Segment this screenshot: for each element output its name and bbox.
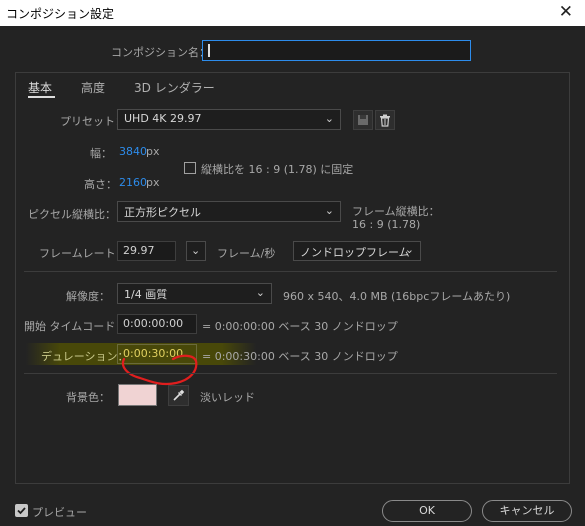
frame-rate-unit: フレーム/秒 (217, 247, 276, 260)
tab-basic[interactable]: 基本 (28, 79, 52, 96)
checkbox-checked-icon[interactable] (15, 504, 28, 517)
tab-advanced[interactable]: 高度 (81, 79, 105, 96)
width-value[interactable]: 3840 (119, 145, 147, 158)
tab-3d-renderer[interactable]: 3D レンダラー (134, 79, 215, 96)
pixel-aspect-label: ピクセル縦横比： (28, 208, 116, 221)
frame-rate-value: 29.97 (123, 244, 155, 257)
trash-icon[interactable] (375, 110, 395, 130)
background-color-swatch[interactable] (118, 384, 157, 406)
preset-dropdown[interactable]: UHD 4K 29.97 ⌄ (117, 109, 341, 130)
chevron-down-icon: ⌄ (191, 244, 201, 257)
chevron-down-icon: ⌄ (324, 112, 334, 125)
frame-aspect-value: 16 : 9 (1.78) (352, 218, 421, 231)
save-preset-icon[interactable] (353, 110, 373, 130)
frame-aspect-label: フレーム縦横比： (352, 205, 440, 218)
section-divider (24, 271, 557, 272)
duration-info: = 0:00:30:00 ベース 30 ノンドロップ (202, 350, 398, 363)
chevron-down-icon: ⌄ (255, 286, 265, 299)
start-timecode-label: 開始 タイムコード： (24, 320, 127, 333)
duration-label: デュレーション： (41, 350, 129, 363)
preview-label: プレビュー (32, 506, 87, 519)
section-divider (24, 373, 557, 374)
chevron-down-icon: ⌄ (404, 243, 414, 256)
lock-aspect-label: 縦横比を 16 : 9 (1.78) に固定 (201, 163, 354, 176)
width-unit: px (146, 145, 160, 158)
start-timecode-info: = 0:00:00:00 ベース 30 ノンドロップ (202, 320, 398, 333)
background-color-name: 淡いレッド (200, 391, 255, 404)
frame-rate-menu[interactable]: ⌄ (186, 241, 206, 261)
settings-panel (15, 72, 570, 484)
background-color-label: 背景色： (66, 391, 110, 404)
width-label: 幅： (90, 147, 112, 160)
start-timecode-value: 0:00:00:00 (123, 317, 184, 330)
height-unit: px (146, 176, 160, 189)
ok-button[interactable]: OK (382, 500, 472, 522)
pixel-aspect-dropdown[interactable]: 正方形ピクセル ⌄ (117, 201, 341, 222)
resolution-dropdown[interactable]: 1/4 画質 ⌄ (117, 283, 272, 304)
close-icon[interactable]: ✕ (559, 2, 573, 22)
height-label: 高さ： (84, 178, 117, 191)
chevron-down-icon: ⌄ (324, 204, 334, 217)
frame-rate-input[interactable]: 29.97 (117, 241, 176, 261)
preset-value: UHD 4K 29.97 (124, 112, 202, 125)
drop-frame-dropdown[interactable]: ノンドロップフレーム ⌄ (293, 241, 421, 261)
start-timecode-input[interactable]: 0:00:00:00 (117, 314, 197, 334)
resolution-info: 960 x 540、4.0 MB (16bpcフレームあたり) (283, 290, 511, 303)
eyedropper-icon[interactable] (168, 385, 189, 406)
frame-rate-label: フレームレート： (39, 247, 127, 260)
lock-aspect-checkbox[interactable] (184, 162, 196, 174)
drop-frame-value: ノンドロップフレーム (300, 246, 410, 259)
resolution-value: 1/4 画質 (124, 288, 168, 301)
cancel-button[interactable]: キャンセル (482, 500, 572, 522)
text-cursor (208, 44, 210, 57)
window-title: コンポジション設定 (6, 7, 115, 21)
pixel-aspect-value: 正方形ピクセル (124, 206, 201, 219)
title-bar: コンポジション設定 ✕ (0, 0, 585, 26)
resolution-label: 解像度： (66, 290, 110, 303)
comp-name-label: コンポジション名： (111, 46, 210, 59)
comp-name-input[interactable] (202, 40, 471, 61)
height-value[interactable]: 2160 (119, 176, 147, 189)
active-tab-indicator (28, 96, 55, 98)
